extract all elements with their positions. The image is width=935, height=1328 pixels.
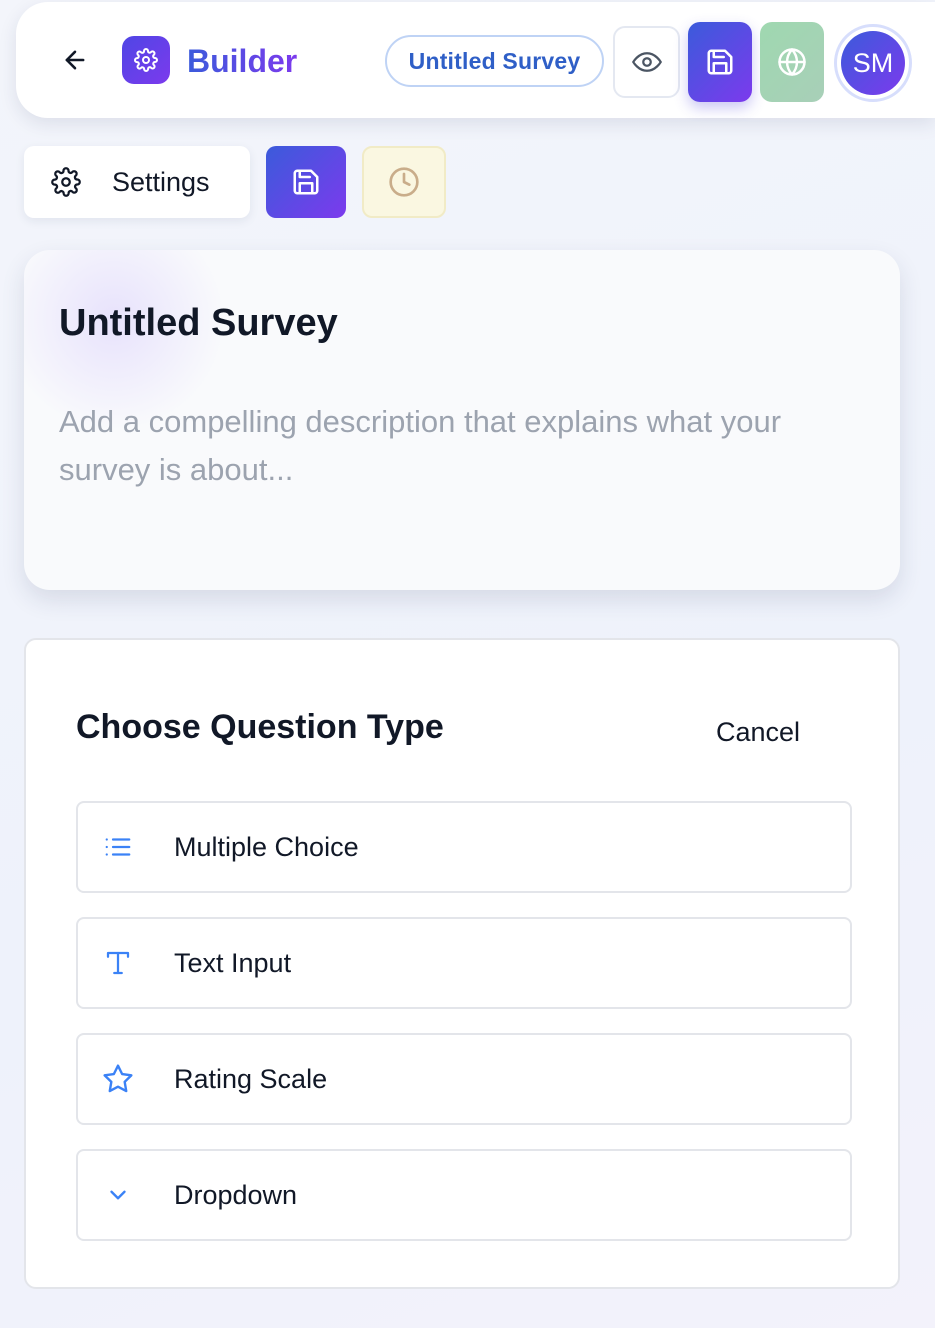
top-bar: Builder Untitled Survey SM (16, 2, 935, 118)
option-label: Text Input (174, 947, 292, 978)
brand-name: Builder (187, 40, 297, 82)
back-button[interactable] (58, 42, 92, 78)
option-text-input[interactable]: Text Input (76, 917, 852, 1009)
user-avatar[interactable]: SM (834, 24, 912, 102)
chevron-down-icon (100, 1177, 136, 1213)
save-draft-button[interactable] (266, 146, 346, 218)
list-icon (100, 829, 136, 865)
survey-title[interactable]: Untitled Survey (59, 302, 338, 345)
brand-logo (122, 36, 170, 84)
star-icon (100, 1061, 136, 1097)
option-multiple-choice[interactable]: Multiple Choice (76, 801, 852, 893)
question-type-picker: Choose Question Type Cancel Multiple Cho… (24, 638, 900, 1289)
eye-icon (631, 52, 662, 72)
gear-icon (50, 166, 82, 198)
text-icon (100, 945, 136, 981)
publish-button[interactable] (760, 22, 824, 102)
globe-icon (778, 48, 806, 76)
option-rating-scale[interactable]: Rating Scale (76, 1033, 852, 1125)
save-icon (707, 49, 733, 75)
settings-button[interactable]: Settings (24, 146, 250, 218)
survey-header-card: Untitled Survey Add a compelling descrip… (24, 250, 900, 590)
save-icon (293, 169, 319, 195)
option-dropdown[interactable]: Dropdown (76, 1149, 852, 1241)
history-button[interactable] (362, 146, 446, 218)
cancel-button[interactable]: Cancel (716, 712, 836, 752)
save-button[interactable] (688, 22, 752, 102)
preview-button[interactable] (613, 26, 680, 98)
survey-title-pill[interactable]: Untitled Survey (385, 35, 604, 87)
settings-label: Settings (112, 166, 210, 197)
arrow-left-icon (65, 50, 85, 70)
avatar-initials: SM (841, 31, 905, 95)
option-label: Dropdown (174, 1179, 298, 1210)
option-label: Multiple Choice (174, 831, 359, 862)
survey-description-input[interactable]: Add a compelling description that explai… (59, 398, 859, 494)
clock-icon (389, 167, 419, 197)
option-label: Rating Scale (174, 1063, 328, 1094)
gear-icon (134, 48, 158, 72)
picker-title: Choose Question Type (76, 708, 444, 746)
